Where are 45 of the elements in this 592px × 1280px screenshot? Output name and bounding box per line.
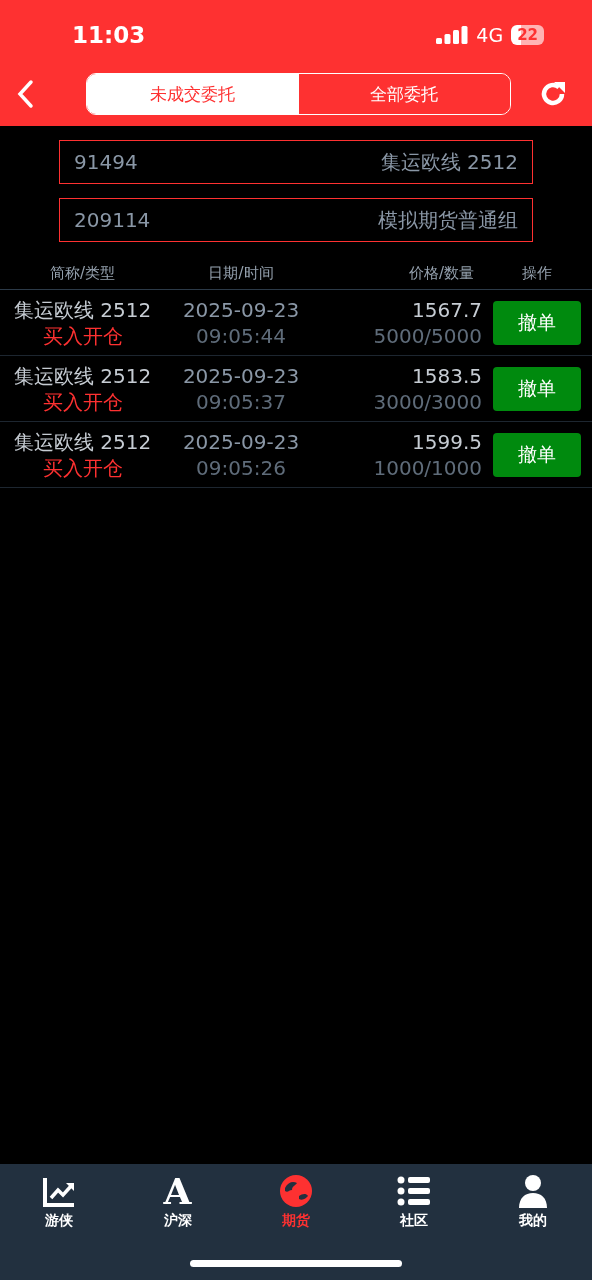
tab-bar-item[interactable]: A 沪深: [137, 1174, 218, 1230]
cancel-button[interactable]: 撤单: [493, 300, 581, 345]
network-label: 4G: [476, 24, 504, 46]
order-date: 2025-09-23: [182, 296, 300, 323]
order-price: 1567.7: [412, 296, 482, 323]
order-quantity: 1000/1000: [373, 454, 482, 481]
segment-tab[interactable]: 未成交委托: [87, 74, 299, 114]
refresh-icon[interactable]: [539, 80, 567, 108]
cancel-button[interactable]: 撤单: [493, 432, 581, 477]
contract-name: 集运欧线 2512: [13, 296, 152, 323]
account-field[interactable]: 209114 模拟期货普通组: [59, 198, 533, 242]
field-value: 209114: [74, 208, 151, 232]
order-time: 09:05:44: [196, 322, 286, 349]
contract-name: 集运欧线 2512: [13, 428, 152, 455]
letter-icon: A: [163, 1174, 192, 1208]
column-header: 操作: [521, 264, 553, 283]
order-time: 09:05:26: [196, 454, 286, 481]
field-label: 集运欧线 2512: [380, 148, 518, 176]
tab-bar-item[interactable]: 期货: [255, 1174, 336, 1230]
order-type: 买入开仓: [42, 388, 123, 415]
order-date: 2025-09-23: [182, 428, 300, 455]
cancel-button[interactable]: 撤单: [493, 366, 581, 411]
order-price: 1599.5: [412, 428, 482, 455]
back-icon[interactable]: [16, 79, 34, 109]
order-quantity: 3000/3000: [373, 388, 482, 415]
contract-name: 集运欧线 2512: [13, 362, 152, 389]
column-header: 日期/时间: [207, 264, 275, 283]
order-type: 买入开仓: [42, 454, 123, 481]
order-type: 买入开仓: [42, 322, 123, 349]
tab-bar-item[interactable]: 社区: [374, 1174, 455, 1230]
tab-bar-item[interactable]: 我的: [492, 1174, 573, 1230]
globe-icon: [278, 1174, 313, 1208]
order-time: 09:05:37: [196, 388, 286, 415]
column-header: 价格/数量: [407, 264, 475, 283]
tab-bar-item[interactable]: 游侠: [19, 1174, 100, 1230]
field-value: 91494: [74, 150, 138, 174]
status-time: 11:03: [72, 22, 146, 48]
order-price: 1583.5: [412, 362, 482, 389]
order-quantity: 5000/5000: [373, 322, 482, 349]
field-label: 模拟期货普通组: [378, 206, 518, 234]
column-header: 简称/类型: [48, 264, 117, 283]
list-icon: [397, 1174, 432, 1208]
signal-icon: [436, 26, 469, 44]
account-field[interactable]: 91494 集运欧线 2512: [59, 140, 533, 184]
order-date: 2025-09-23: [182, 362, 300, 389]
